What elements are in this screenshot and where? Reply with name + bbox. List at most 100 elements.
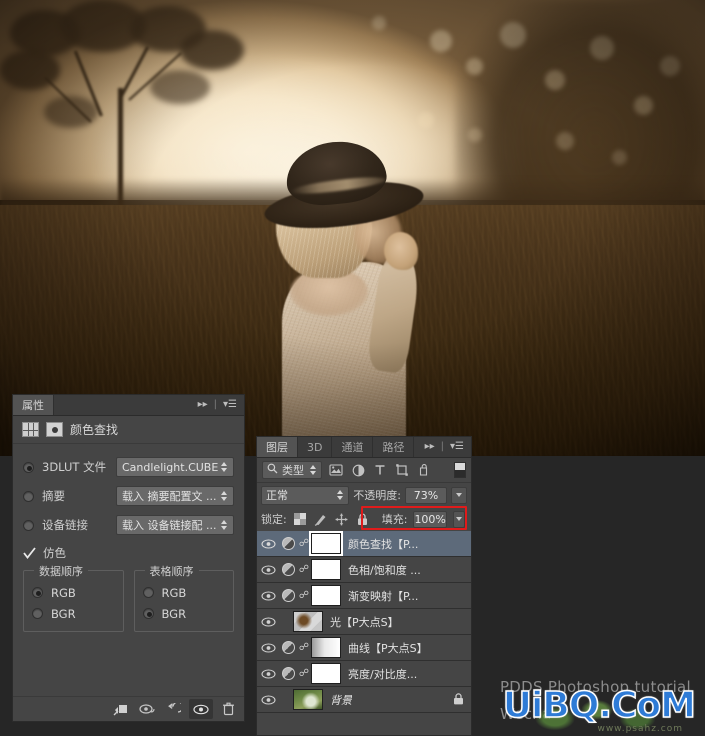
select-3dlut-file[interactable]: Candlelight.CUBE: [116, 457, 234, 477]
clip-mask-icon[interactable]: [108, 699, 132, 719]
option-row-device-link[interactable]: 设备链接 载入 设备链接配 ...: [23, 513, 234, 537]
table-row[interactable]: ☍ 颜色查找【P...: [257, 531, 471, 557]
table-order-bgr-row[interactable]: BGR: [142, 603, 226, 624]
layer-visibility-toggle[interactable]: [257, 668, 279, 679]
radio-data-order-bgr[interactable]: [32, 608, 43, 619]
table-row[interactable]: 背景: [257, 687, 471, 713]
opacity-slider-button[interactable]: [451, 486, 467, 504]
radio-3dlut[interactable]: [23, 461, 34, 473]
lock-transparent-pixels-icon[interactable]: [293, 512, 307, 526]
lock-position-icon[interactable]: [335, 512, 349, 526]
lock-all-icon[interactable]: [356, 512, 370, 526]
eye-icon[interactable]: [189, 699, 213, 719]
select-abstract-profile[interactable]: 载入 摘要配置文 ...: [116, 486, 234, 506]
tab-divider: |: [213, 399, 218, 410]
trash-icon[interactable]: [216, 699, 240, 719]
select-device-link-profile[interactable]: 载入 设备链接配 ...: [116, 515, 234, 535]
layer-visibility-toggle[interactable]: [257, 564, 279, 575]
tab-properties[interactable]: 属性: [13, 395, 54, 415]
double-chevron-right-icon[interactable]: ▸▸: [425, 442, 435, 452]
lut-grid-icon: [22, 422, 39, 437]
layer-visibility-toggle[interactable]: [257, 642, 279, 653]
stepper-3dlut[interactable]: [219, 462, 228, 472]
mask-link-icon[interactable]: ☍: [297, 538, 311, 549]
layer-thumbnail[interactable]: [293, 689, 323, 710]
screenshot-root: 属性 ▸▸ | ▾☰ 颜色查找 3DLUT 文件 Candlelight.CUB…: [0, 0, 705, 736]
layer-mask-thumbnail[interactable]: [311, 585, 341, 606]
layer-mask-thumbnail[interactable]: [311, 637, 341, 658]
stepper-abstract[interactable]: [219, 491, 228, 501]
panel-menu-icon[interactable]: ▾☰: [223, 400, 237, 410]
mask-link-icon[interactable]: ☍: [297, 668, 311, 679]
pixel-layer-filter-icon[interactable]: [328, 462, 344, 478]
label-device-link: 设备链接: [42, 518, 88, 532]
table-order-rgb-row[interactable]: RGB: [142, 582, 226, 603]
radio-abstract[interactable]: [23, 490, 34, 502]
reset-arrow-icon[interactable]: [162, 699, 186, 719]
opacity-input[interactable]: 73%: [405, 486, 447, 504]
table-row[interactable]: ☍ 色相/饱和度 ...: [257, 557, 471, 583]
dither-checkbox[interactable]: [23, 547, 36, 559]
smart-object-filter-icon[interactable]: [416, 462, 432, 478]
layer-filter-kind-select[interactable]: 类型: [262, 461, 322, 479]
layer-filter-stepper[interactable]: [308, 465, 317, 475]
dither-row[interactable]: 仿色: [23, 542, 234, 564]
shape-layer-filter-icon[interactable]: [394, 462, 410, 478]
layer-filter-bar: 类型: [257, 458, 471, 483]
fill-input[interactable]: 100%: [413, 510, 447, 528]
lock-bar: 锁定: 填充: 100%: [257, 507, 471, 531]
layer-mask-thumbnail[interactable]: [309, 531, 343, 556]
layer-visibility-toggle[interactable]: [257, 590, 279, 601]
layer-visibility-toggle[interactable]: [257, 538, 279, 549]
tab-paths[interactable]: 路径: [373, 437, 415, 457]
data-order-bgr-row[interactable]: BGR: [32, 603, 115, 624]
adjustment-layer-icon: [279, 537, 297, 550]
panel-menu-icon[interactable]: ▾☰: [450, 442, 464, 452]
radio-device-link[interactable]: [23, 519, 34, 531]
lock-icons: [293, 512, 370, 526]
fill-slider-button[interactable]: [452, 510, 465, 528]
table-row[interactable]: ☍ 渐变映射【P...: [257, 583, 471, 609]
radio-table-order-bgr[interactable]: [142, 608, 154, 619]
stepper-device-link[interactable]: [219, 520, 228, 530]
photoshop-canvas-image: [0, 0, 705, 456]
option-row-abstract[interactable]: 摘要 载入 摘要配置文 ...: [23, 484, 234, 508]
watermark-site-overlay: UiBQ.CoM: [502, 684, 697, 727]
filter-toggle-switch[interactable]: [454, 462, 466, 478]
table-row[interactable]: ☍ 亮度/对比度...: [257, 661, 471, 687]
type-layer-filter-icon[interactable]: [372, 462, 388, 478]
mask-link-icon[interactable]: ☍: [297, 564, 311, 575]
layer-mask-thumbnail[interactable]: [311, 559, 341, 580]
double-chevron-right-icon[interactable]: ▸▸: [198, 400, 208, 410]
blend-mode-select[interactable]: 正常: [261, 485, 350, 505]
layers-panel: 图层 3D 通道 路径 ▸▸ | ▾☰ 类型 正常 不透明度: 73% 锁定: …: [256, 436, 472, 736]
tab-3d[interactable]: 3D: [298, 437, 333, 457]
option-row-3dlut[interactable]: 3DLUT 文件 Candlelight.CUBE: [23, 455, 234, 479]
layer-thumbnail[interactable]: [293, 611, 323, 632]
radio-data-order-rgb[interactable]: [32, 587, 43, 598]
radio-table-order-rgb[interactable]: [142, 587, 154, 598]
eye-history-icon[interactable]: [135, 699, 159, 719]
table-row[interactable]: ☍ 曲线【P大点S】: [257, 635, 471, 661]
adjustment-layer-filter-icon[interactable]: [350, 462, 366, 478]
tab-channels[interactable]: 通道: [332, 437, 374, 457]
layer-visibility-toggle[interactable]: [257, 694, 279, 705]
lock-image-pixels-icon[interactable]: [314, 512, 328, 526]
layer-visibility-toggle[interactable]: [257, 616, 279, 627]
layer-mask-thumbnail[interactable]: [311, 663, 341, 684]
fill-label: 填充:: [381, 513, 408, 526]
data-order-group: 数据顺序 RGB BGR: [23, 563, 124, 632]
table-row[interactable]: 光【P大点S】: [257, 609, 471, 635]
blend-mode-stepper[interactable]: [335, 490, 344, 500]
tabbar-empty-space: [54, 395, 194, 415]
mask-link-icon[interactable]: ☍: [297, 590, 311, 601]
tab-paths-label: 路径: [382, 441, 405, 454]
properties-tab-icons: ▸▸ | ▾☰: [193, 395, 244, 415]
data-order-rgb-row[interactable]: RGB: [32, 582, 115, 603]
opacity-control: 不透明度: 73%: [353, 486, 467, 504]
layers-tabbar: 图层 3D 通道 路径 ▸▸ | ▾☰: [257, 437, 471, 458]
blend-mode-value: 正常: [266, 489, 288, 502]
tab-layers[interactable]: 图层: [257, 437, 298, 457]
mask-link-icon[interactable]: ☍: [297, 642, 311, 653]
blend-mode-bar: 正常 不透明度: 73%: [257, 483, 471, 507]
